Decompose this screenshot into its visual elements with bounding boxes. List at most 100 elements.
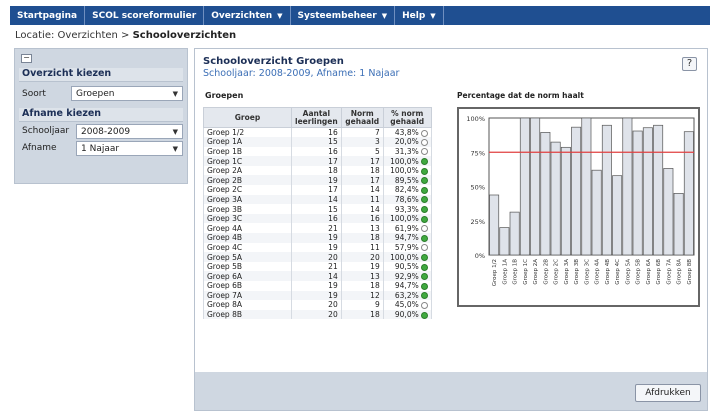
table-cell: Groep 2B: [203, 175, 292, 186]
plot-area: [488, 117, 695, 256]
norm-not-met-icon: [420, 225, 428, 233]
y-tick-label: 50%: [471, 184, 485, 192]
cell-text: 18: [370, 166, 380, 176]
table-cell: 17: [291, 156, 342, 166]
table-cell: Groep 6A: [203, 271, 292, 281]
afname-label: Afname: [22, 143, 57, 153]
cell-text: Groep 7A: [207, 290, 242, 300]
soort-select[interactable]: Groepen ▼: [71, 86, 183, 101]
table-cell: 20: [340, 252, 384, 262]
bar-chart: 0% 25% 50% 75% 100% Groep 1/2 Groep 1A Groep 1B…: [466, 115, 695, 286]
column-header: % norm gehaald: [382, 107, 432, 128]
table-cell: Groep 3B: [203, 204, 292, 214]
table-cell: 19: [291, 242, 342, 253]
cell-text: Groep 1A: [207, 137, 242, 147]
cell-text: 20: [370, 252, 380, 262]
table-row: Groep 4B 19 18 94,7%: [203, 233, 432, 243]
table-cell: 13: [340, 271, 384, 281]
table-cell: 45,0%: [382, 300, 432, 310]
cell-text: 19: [328, 175, 338, 185]
bar: [540, 132, 551, 256]
cell-text: 12: [370, 290, 380, 300]
table-cell: 100,0%: [382, 252, 432, 262]
table-row: Groep 4A 21 13 61,9%: [203, 223, 432, 234]
cell-text: 14: [328, 271, 338, 281]
groups-table: Groep Aantal leerlingen Norm gehaald % n…: [203, 107, 432, 320]
cell-text: 93,3%: [394, 204, 419, 214]
bar: [663, 168, 674, 256]
overview-heading: Overzicht kiezen: [19, 68, 183, 82]
cell-text: 18: [328, 166, 338, 176]
y-tick-label: 100%: [466, 115, 485, 123]
cell-text: 19: [328, 281, 338, 291]
x-tick-label: Groep 1B: [513, 259, 519, 285]
cell-text: Groep 5B: [207, 262, 242, 272]
chevron-down-icon: ▼: [172, 144, 178, 153]
nav-item-label: SCOL scoreformulier: [92, 10, 197, 21]
table-cell: Groep 7A: [203, 290, 292, 301]
bar: [560, 146, 571, 256]
norm-met-icon: [420, 186, 428, 194]
cell-text: Groep 4C: [207, 242, 243, 252]
cell-text: 63,2%: [394, 290, 419, 300]
content-area: Schooloverzicht Groepen Schooljaar: 2008…: [195, 49, 707, 372]
norm-met-icon: [420, 254, 428, 262]
nav-item[interactable]: Systeembeheer ▼: [291, 6, 396, 25]
cell-text: Groep 3C: [207, 214, 243, 224]
x-tick-label: Groep 2A: [533, 259, 539, 285]
cell-text: 20,0%: [394, 137, 419, 147]
cell-text: Groep 8A: [207, 300, 242, 310]
nav-item-label: Help: [402, 10, 426, 21]
chevron-down-icon: ▼: [381, 11, 388, 20]
x-tick-label: Groep 4C: [615, 259, 621, 285]
norm-not-met-icon: [420, 129, 428, 137]
cell-text: 45,0%: [394, 300, 419, 310]
nav-item[interactable]: Help ▼: [395, 6, 444, 25]
nav-item-label: Systeembeheer: [297, 10, 377, 21]
main-panel: Schooloverzicht Groepen Schooljaar: 2008…: [194, 48, 708, 411]
soort-label: Soort: [22, 89, 46, 99]
table-row: Groep 5A 20 20 100,0%: [203, 252, 432, 262]
table-cell: Groep 5B: [203, 261, 292, 272]
cell-text: 13: [370, 271, 380, 281]
afname-select[interactable]: 1 Najaar ▼: [76, 141, 183, 156]
table-row: Groep 3A 14 11 78,6%: [203, 194, 432, 205]
schooljaar-select[interactable]: 2008-2009 ▼: [76, 124, 183, 139]
bar: [530, 117, 541, 256]
page-title: Schooloverzicht Groepen: [203, 56, 344, 67]
table-cell: 90,0%: [382, 309, 432, 320]
table-row: Groep 1B 16 5 31,3%: [203, 146, 432, 157]
norm-not-met-icon: [420, 301, 428, 309]
x-tick-label: Groep 4A: [595, 259, 601, 285]
collapse-button[interactable]: −: [21, 54, 32, 63]
help-button[interactable]: ?: [682, 57, 697, 71]
table-cell: 57,9%: [382, 242, 432, 253]
cell-text: 17: [328, 185, 338, 195]
table-row: Groep 1/2 16 7 43,8%: [203, 127, 432, 138]
schooljaar-value: 2008-2009: [81, 126, 131, 137]
table-row: Groep 4C 19 11 57,9%: [203, 242, 432, 253]
table-cell: 11: [340, 194, 384, 205]
table-row: Groep 2A 18 18 100,0%: [203, 165, 432, 176]
table-row: Groep 2C 17 14 82,4%: [203, 185, 432, 195]
nav-item[interactable]: Overzichten ▼: [204, 6, 291, 25]
nav-item[interactable]: Startpagina: [10, 6, 86, 25]
cell-text: Groep 4B: [207, 233, 242, 243]
table-cell: 20: [291, 309, 342, 320]
print-button[interactable]: Afdrukken: [635, 384, 701, 402]
cell-text: 18: [370, 281, 380, 291]
table-cell: 100,0%: [382, 156, 432, 166]
cell-text: 7: [374, 128, 380, 138]
table-cell: 19: [291, 281, 342, 291]
cell-text: 16: [370, 214, 380, 224]
x-tick-label: Groep 2C: [554, 259, 560, 285]
table-cell: Groep 1C: [203, 156, 292, 166]
table-row: Groep 1A 15 3 20,0%: [203, 137, 432, 147]
cell-text: 16: [328, 214, 338, 224]
table-cell: 20,0%: [382, 137, 432, 147]
x-tick-label: Groep 4B: [605, 259, 611, 285]
cell-text: 3: [374, 137, 380, 147]
nav-item[interactable]: SCOL scoreformulier: [85, 6, 205, 25]
x-tick-label: Groep 1C: [523, 259, 529, 285]
bar: [581, 117, 592, 256]
